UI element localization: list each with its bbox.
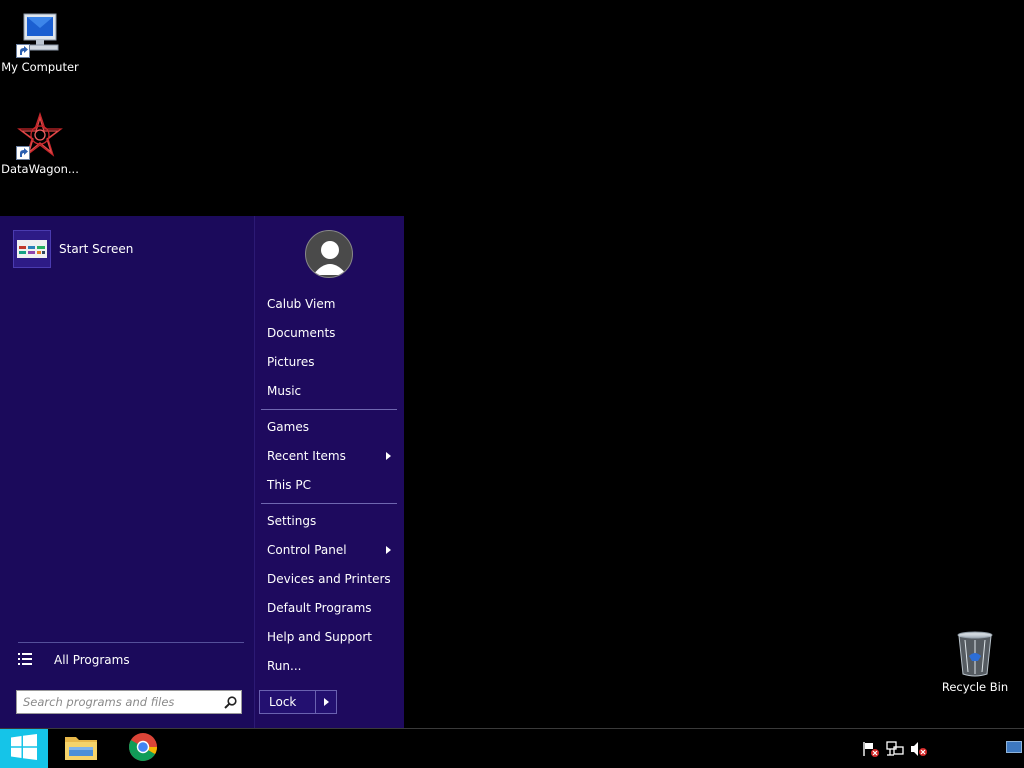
chrome-icon [128, 732, 158, 766]
link-label: Help and Support [267, 630, 372, 644]
link-label: Run... [267, 659, 302, 673]
shortcut-arrow-icon [16, 146, 30, 160]
file-explorer-icon [64, 732, 98, 766]
divider [261, 503, 397, 504]
link-label: Devices and Printers [267, 572, 391, 586]
link-user-folder[interactable]: Calub Viem [267, 293, 397, 315]
start-menu-programs-pane: Start Screen All Programs [0, 216, 254, 728]
desktop-icon-label: Recycle Bin [941, 680, 1009, 694]
link-this-pc[interactable]: This PC [267, 474, 397, 496]
link-run[interactable]: Run... [267, 655, 397, 677]
submenu-arrow-icon [386, 452, 391, 460]
link-games[interactable]: Games [267, 416, 397, 438]
link-devices-and-printers[interactable]: Devices and Printers [267, 568, 397, 590]
network-icon[interactable] [886, 741, 904, 757]
link-recent-items[interactable]: Recent Items [267, 445, 397, 467]
link-label: This PC [267, 478, 311, 492]
list-icon [18, 651, 32, 670]
power-button-group: Lock [259, 690, 337, 714]
recycle-bin-icon [951, 630, 999, 678]
power-options-arrow-button[interactable] [316, 698, 336, 706]
taskbar-app-chrome[interactable] [123, 732, 163, 766]
search-box[interactable] [16, 690, 242, 714]
link-label: Calub Viem [267, 297, 336, 311]
pinned-item-start-screen[interactable]: Start Screen [13, 230, 243, 268]
taskbar-app-file-explorer[interactable] [61, 732, 101, 766]
windows-logo-icon [11, 733, 37, 764]
link-settings[interactable]: Settings [267, 510, 397, 532]
lock-button[interactable]: Lock [260, 691, 316, 713]
pinned-item-label: Start Screen [59, 242, 134, 256]
link-label: Recent Items [267, 449, 346, 463]
start-button[interactable] [0, 729, 48, 768]
desktop-icon-label: DataWagon... [1, 162, 79, 176]
user-avatar-icon[interactable] [305, 230, 353, 278]
search-icon[interactable] [219, 695, 241, 709]
all-programs-button[interactable]: All Programs [18, 650, 244, 670]
link-control-panel[interactable]: Control Panel [267, 539, 397, 561]
desktop-icon-recycle-bin[interactable]: Recycle Bin [935, 630, 1015, 694]
start-menu: Start Screen All Programs Search program… [0, 216, 404, 728]
desktop-icon-datawagon[interactable]: DataWagon... [0, 111, 80, 176]
datawagon-icon [16, 111, 64, 160]
link-label: Default Programs [267, 601, 372, 615]
desktop-icon-my-computer[interactable]: My Computer [0, 10, 80, 74]
link-documents[interactable]: Documents [267, 322, 397, 344]
desktop-icon-label: My Computer [1, 60, 79, 74]
link-label: Documents [267, 326, 336, 340]
link-label: Control Panel [267, 543, 347, 557]
search-input[interactable] [23, 692, 219, 712]
divider [18, 642, 244, 643]
shortcut-arrow-icon [16, 44, 30, 58]
start-menu-links-pane: Calub Viem Documents Pictures Music Game… [254, 216, 404, 728]
my-computer-icon [16, 10, 64, 58]
volume-muted-icon[interactable] [910, 741, 928, 757]
link-label: Pictures [267, 355, 315, 369]
chevron-right-icon [323, 698, 329, 706]
action-center-flag-icon[interactable] [862, 741, 880, 757]
submenu-arrow-icon [386, 546, 391, 554]
all-programs-label: All Programs [54, 653, 130, 667]
show-desktop-button[interactable] [1006, 741, 1022, 753]
taskbar [0, 728, 1024, 768]
start-screen-icon [13, 230, 51, 268]
link-music[interactable]: Music [267, 380, 397, 402]
link-pictures[interactable]: Pictures [267, 351, 397, 373]
link-label: Games [267, 420, 309, 434]
link-label: Settings [267, 514, 317, 528]
link-label: Music [267, 384, 302, 398]
link-default-programs[interactable]: Default Programs [267, 597, 397, 619]
divider [261, 409, 397, 410]
link-help-and-support[interactable]: Help and Support [267, 626, 397, 648]
